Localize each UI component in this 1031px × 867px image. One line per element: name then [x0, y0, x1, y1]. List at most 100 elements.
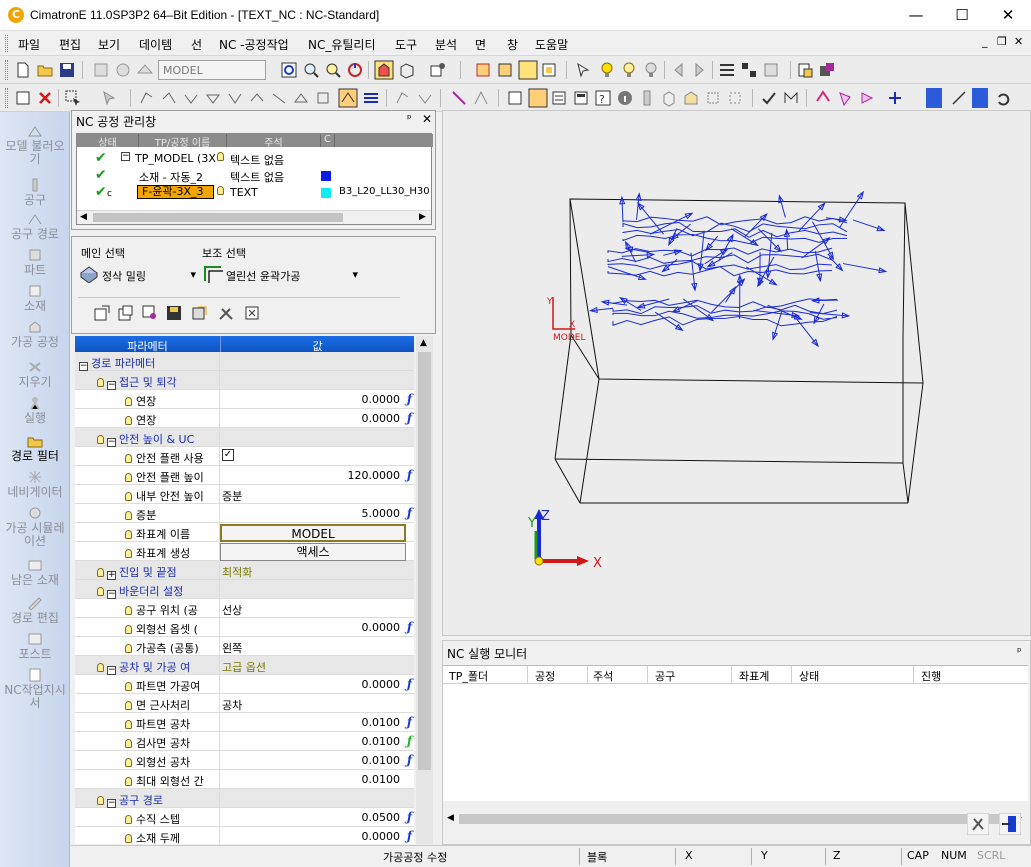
scroll-thumb[interactable] — [418, 352, 431, 770]
guide-path-filter[interactable]: 경로 필터 — [0, 434, 70, 463]
procedure-save-icon[interactable] — [166, 305, 182, 321]
menu-analysis[interactable]: 분석 — [435, 36, 457, 53]
monitor-horizontal-scrollbar[interactable]: ◀ ▶ — [443, 812, 1028, 826]
col-ucs[interactable]: 좌표계 — [739, 668, 769, 684]
guide-simulation[interactable]: 가공 시뮬레이션 — [0, 506, 70, 548]
col-state[interactable]: 상태 — [799, 668, 819, 684]
close-button[interactable]: ✕ — [985, 0, 1031, 31]
param-group-row[interactable]: − 바운더리 설정 — [75, 580, 414, 599]
formula-icon[interactable]: ƒ — [407, 677, 412, 691]
light-bulb-on-icon[interactable] — [598, 61, 616, 79]
col-tp-folder[interactable]: TP_폴더 — [449, 668, 488, 684]
light-bulb-icon[interactable] — [620, 61, 638, 79]
nc-verify-icon[interactable] — [496, 61, 514, 79]
tree-horizontal-scrollbar[interactable]: ◀ ▶ — [77, 210, 431, 224]
scroll-left-icon[interactable]: ◀ — [80, 212, 87, 222]
formula-icon[interactable]: ƒ — [407, 620, 412, 634]
part-icon[interactable] — [92, 61, 110, 79]
open-folder-icon[interactable] — [36, 61, 54, 79]
point-icon[interactable] — [450, 89, 468, 107]
guide-load-model[interactable]: 모델 불러오기 — [0, 124, 70, 166]
collapse-icon[interactable]: − — [107, 438, 116, 447]
shading-icon[interactable] — [374, 60, 394, 80]
param-group-row[interactable]: + 진입 및 끝점 최적화 — [75, 561, 414, 580]
curve-tool-8-icon[interactable] — [292, 89, 310, 107]
param-row[interactable]: 파트면 공차 0.0100 ƒ — [75, 713, 414, 732]
guide-post[interactable]: 포스트 — [0, 632, 70, 661]
scroll-up-icon[interactable]: ▲ — [420, 338, 427, 348]
param-row[interactable]: 외형선 옵셋 (0.0000 ƒ — [75, 618, 414, 637]
formula-icon[interactable]: ƒ — [407, 810, 412, 824]
guide-remaining-stock[interactable]: 남은 소재 — [0, 558, 70, 587]
view-icon[interactable] — [428, 61, 446, 79]
analysis-2-icon[interactable] — [416, 89, 434, 107]
model-view-canvas[interactable]: Y X MODEL Z Y X — [443, 111, 1030, 635]
guide-nc-report[interactable]: NC작업지시서 — [0, 668, 70, 710]
sub-selection-dropdown[interactable]: 열린선 윤곽가공 ▾ — [226, 268, 360, 284]
main-selection-dropdown[interactable]: 정삭 밀링 ▾ — [102, 268, 198, 284]
param-row[interactable]: 면 근사처리 공차 — [75, 694, 414, 713]
param-row[interactable]: 안전 플랜 높이 120.0000 ƒ — [75, 466, 414, 485]
col-color[interactable]: C — [321, 134, 335, 147]
expand-icon[interactable]: + — [107, 571, 116, 580]
param-row[interactable]: 내부 안전 높이 증분 — [75, 485, 414, 504]
surface-3-icon[interactable] — [858, 89, 876, 107]
guide-navigator[interactable]: 네비게이터 — [0, 470, 70, 499]
select-filter-icon[interactable] — [14, 89, 32, 107]
info-icon[interactable] — [616, 89, 634, 107]
formula-icon[interactable]: ƒ — [407, 734, 412, 748]
layer-manager-icon[interactable] — [796, 61, 814, 79]
pick-chain-icon[interactable] — [100, 89, 118, 107]
model-select[interactable]: MODEL — [158, 60, 266, 80]
menu-help[interactable]: 도움말 — [535, 36, 568, 53]
guide-path-edit[interactable]: 경로 편집 — [0, 596, 70, 625]
menu-file[interactable]: 파일 — [18, 36, 40, 53]
guide-stock[interactable]: 소재 — [0, 284, 70, 313]
arrow-right-icon[interactable] — [690, 61, 708, 79]
tree-row-selected[interactable]: ✔ c F-윤곽-3X_3 TEXT B3_L20_LL30_H30 — [77, 184, 433, 201]
procedure-preview-icon[interactable] — [142, 305, 158, 321]
formula-icon[interactable]: ƒ — [407, 468, 412, 482]
collapse-icon[interactable]: − — [107, 799, 116, 808]
nc-post-icon[interactable] — [540, 61, 558, 79]
measure-icon[interactable] — [762, 61, 780, 79]
param-row[interactable]: 공구 위치 (공 선상 — [75, 599, 414, 618]
param-group-row[interactable]: − 접근 및 퇴각 — [75, 371, 414, 390]
vector-icon[interactable] — [472, 89, 490, 107]
param-row[interactable]: 증분 5.0000 ƒ — [75, 504, 414, 523]
col-name[interactable]: TP/공정 이름 — [139, 134, 227, 149]
surface-1-icon[interactable] — [814, 89, 832, 107]
zoom-all-icon[interactable] — [324, 61, 342, 79]
curve-tool-9-icon[interactable] — [314, 89, 332, 107]
arrow-left-icon[interactable] — [670, 61, 688, 79]
ucs-create-button[interactable]: 액세스 — [220, 543, 406, 561]
scroll-left-icon[interactable]: ◀ — [447, 813, 454, 823]
color-manager-icon[interactable] — [818, 61, 836, 79]
help-icon[interactable]: ? — [594, 89, 612, 107]
tree-row[interactable]: ✔ 소재 - 자동_2 텍스트 없음 — [77, 167, 433, 184]
layer-icon[interactable] — [136, 61, 154, 79]
col-procedure[interactable]: 공정 — [535, 668, 555, 684]
toolbar-dropdown-icon[interactable] — [926, 88, 942, 108]
grid-icon[interactable] — [718, 61, 736, 79]
menu-nc-process[interactable]: NC -공정작업 — [219, 36, 289, 53]
scroll-thumb[interactable] — [459, 814, 999, 824]
tool-3-icon[interactable] — [682, 89, 700, 107]
collapse-icon[interactable]: − — [107, 666, 116, 675]
line-icon[interactable] — [950, 89, 968, 107]
new-file-icon[interactable] — [14, 61, 32, 79]
pick-icon[interactable] — [64, 89, 82, 107]
curve-tool-4-icon[interactable] — [204, 89, 222, 107]
formula-icon[interactable]: ƒ — [407, 506, 412, 520]
pin-icon[interactable]: ᵖ — [407, 112, 412, 125]
save-icon[interactable] — [58, 61, 76, 79]
analysis-1-icon[interactable] — [394, 89, 412, 107]
guide-part[interactable]: 파트 — [0, 248, 70, 277]
param-row[interactable]: 가공측 (공통) 왼쪽 — [75, 637, 414, 656]
menu-datum[interactable]: 데이템 — [139, 36, 172, 53]
param-row[interactable]: 연장 0.0000 ƒ — [75, 409, 414, 428]
select-icon[interactable] — [574, 61, 592, 79]
col-comment[interactable]: 주석 — [227, 134, 321, 149]
menu-curve[interactable]: 선 — [191, 36, 202, 53]
param-row[interactable]: 수직 스텝 0.0500 ƒ — [75, 808, 414, 827]
